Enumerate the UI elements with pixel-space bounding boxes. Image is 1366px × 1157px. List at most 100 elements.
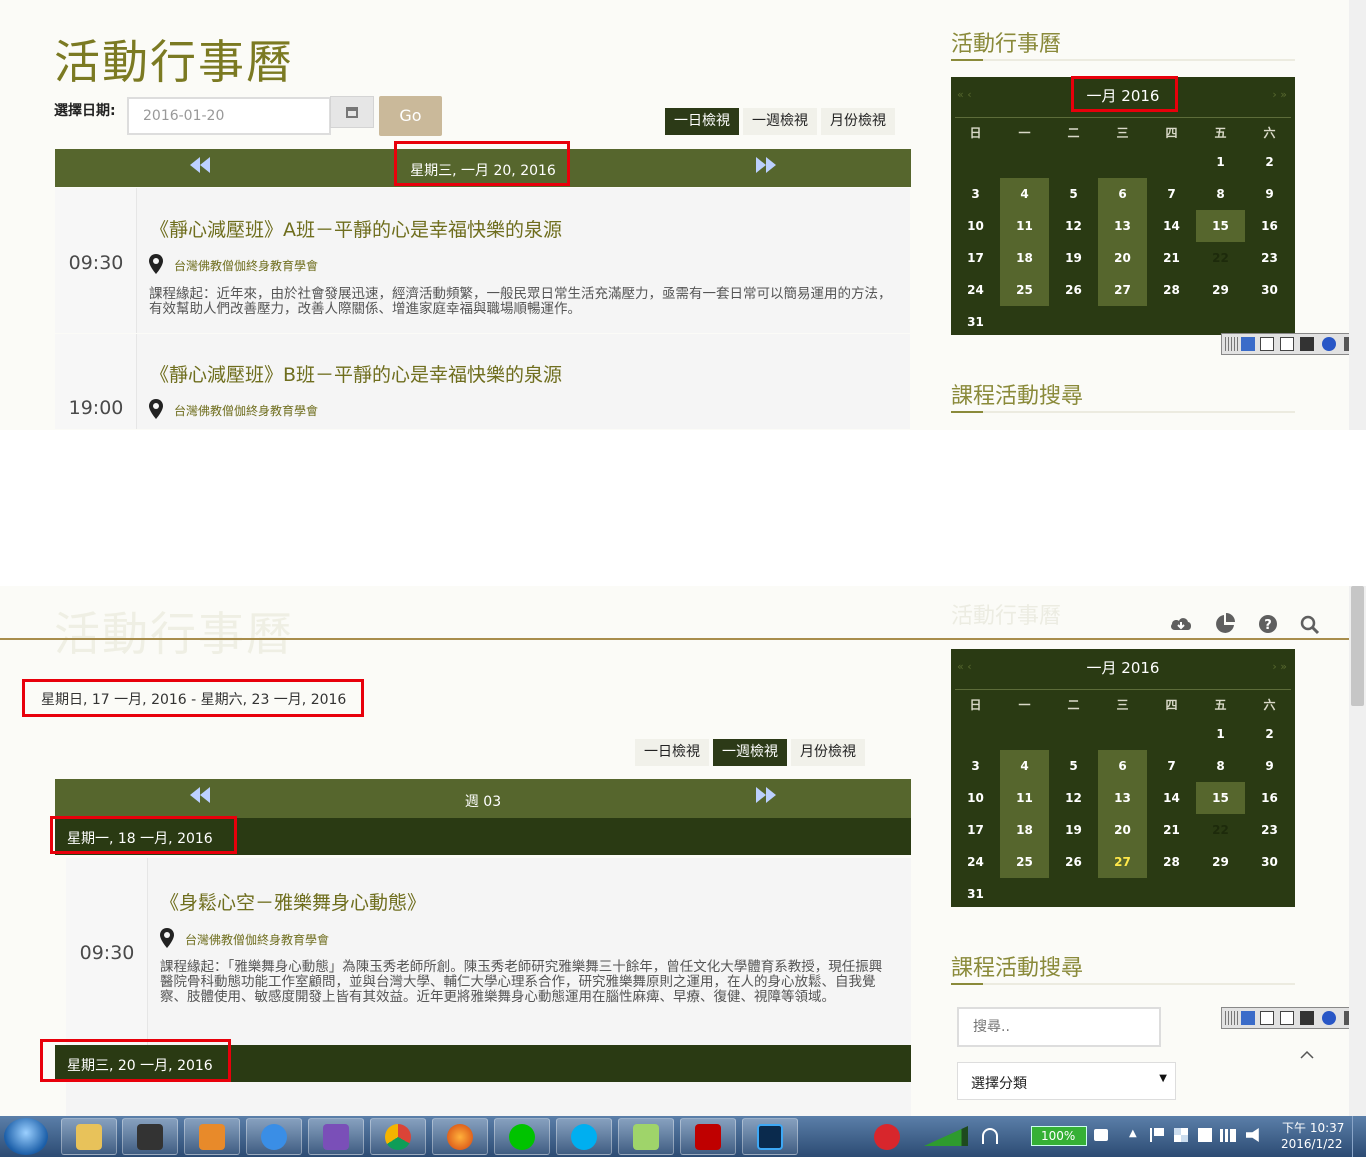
scrollbar-thumb[interactable] — [1351, 586, 1364, 706]
calendar-day-event[interactable]: 20 — [1098, 242, 1147, 274]
calendar-day[interactable]: 17 — [951, 814, 1000, 846]
calendar-day[interactable]: 30 — [1245, 846, 1294, 878]
calendar-day[interactable]: 21 — [1147, 242, 1196, 274]
week-view-button[interactable]: 一週檢視 — [743, 108, 817, 135]
calendar-day[interactable]: 5 — [1049, 178, 1098, 210]
clock-time[interactable]: 下午 10:37 — [1282, 1119, 1344, 1136]
calendar-day[interactable]: 29 — [1196, 846, 1245, 878]
ime-icon[interactable] — [1241, 337, 1255, 351]
category-select[interactable]: 選擇分類 ▼ — [957, 1062, 1176, 1100]
calendar-day[interactable]: 7 — [1147, 178, 1196, 210]
calendar-next[interactable]: › » — [1272, 660, 1287, 673]
event-item[interactable]: 09:30 《靜心減壓班》A班－平靜的心是幸福快樂的泉源 台灣佛教僧伽終身教育學… — [55, 188, 910, 333]
calendar-day[interactable]: 23 — [1245, 814, 1294, 846]
calendar-day-event[interactable]: 13 — [1098, 210, 1147, 242]
ime-toolbar[interactable] — [1221, 1007, 1360, 1029]
next-week-icon[interactable] — [754, 785, 778, 805]
calendar-day-event[interactable]: 15 — [1196, 782, 1245, 814]
windows-icon[interactable] — [1174, 1128, 1188, 1142]
calendar-day[interactable]: 9 — [1245, 178, 1294, 210]
calendar-day-event[interactable]: 4 — [1000, 750, 1049, 782]
calendar-day-event[interactable]: 20 — [1098, 814, 1147, 846]
calendar-day[interactable]: 1 — [1196, 718, 1245, 750]
help-icon[interactable] — [1322, 337, 1336, 351]
calendar-day[interactable]: 28 — [1147, 274, 1196, 306]
calendar-day-event[interactable]: 15 — [1196, 210, 1245, 242]
event-item[interactable]: 19:00 《靜心減壓班》B班－平靜的心是幸福快樂的泉源 台灣佛教僧伽終身教育學… — [55, 334, 910, 429]
calendar-day-event[interactable]: 4 — [1000, 178, 1049, 210]
bars-icon[interactable] — [1220, 1129, 1236, 1142]
pie-chart-icon[interactable] — [1214, 613, 1236, 635]
calendar-day-today[interactable]: 22 — [1196, 814, 1245, 846]
calendar-day[interactable]: 2 — [1245, 146, 1294, 178]
calendar-day[interactable]: 19 — [1049, 242, 1098, 274]
month-view-button[interactable]: 月份檢視 — [821, 108, 895, 135]
calendar-next[interactable]: › » — [1272, 88, 1287, 101]
event-title[interactable]: 《靜心減壓班》A班－平靜的心是幸福快樂的泉源 — [150, 215, 562, 242]
calendar-day[interactable]: 2 — [1245, 718, 1294, 750]
taskbar-filezilla[interactable] — [680, 1118, 736, 1155]
go-button[interactable]: Go — [379, 96, 442, 136]
calendar-day-event[interactable]: 18 — [1000, 814, 1049, 846]
taskbar-line[interactable] — [494, 1118, 550, 1155]
day-view-button[interactable]: 一日檢視 — [635, 739, 709, 766]
font-icon[interactable] — [1260, 337, 1274, 351]
calendar-day-event[interactable]: 11 — [1000, 782, 1049, 814]
ime-toolbar[interactable] — [1221, 333, 1360, 355]
calendar-day[interactable]: 1 — [1196, 146, 1245, 178]
calendar-day-event[interactable]: 11 — [1000, 210, 1049, 242]
taskbar-explorer[interactable] — [61, 1118, 117, 1155]
calendar-day-today[interactable]: 22 — [1196, 242, 1245, 274]
date-input[interactable] — [127, 97, 331, 135]
flag-icon[interactable] — [1150, 1128, 1164, 1142]
event-item[interactable]: 09:30 《身鬆心空－雅樂舞身心動態》 台灣佛教僧伽終身教育學會 課程緣起：「… — [66, 858, 911, 1045]
page-icon[interactable] — [1280, 1011, 1294, 1025]
taskbar-media-player[interactable] — [184, 1118, 240, 1155]
calendar-day[interactable]: 12 — [1049, 782, 1098, 814]
keyboard-icon[interactable] — [1300, 337, 1314, 351]
tray-expand-icon[interactable]: ▲ — [1129, 1128, 1137, 1139]
taskbar-skype[interactable] — [556, 1118, 612, 1155]
calendar-day[interactable]: 24 — [951, 846, 1000, 878]
calendar-day[interactable]: 23 — [1245, 242, 1294, 274]
calendar-day-event[interactable]: 13 — [1098, 782, 1147, 814]
calendar-day[interactable]: 29 — [1196, 274, 1245, 306]
taskbar-notepadpp[interactable] — [618, 1118, 674, 1155]
taskbar-chrome[interactable] — [370, 1118, 426, 1155]
calendar-day[interactable]: 8 — [1196, 178, 1245, 210]
show-desktop-button[interactable] — [1352, 1116, 1366, 1157]
next-day-icon[interactable] — [754, 155, 778, 175]
event-title[interactable]: 《身鬆心空－雅樂舞身心動態》 — [160, 888, 426, 915]
calendar-day[interactable]: 16 — [1245, 782, 1294, 814]
calendar-day[interactable]: 16 — [1245, 210, 1294, 242]
month-view-button[interactable]: 月份檢視 — [791, 739, 865, 766]
week-view-button[interactable]: 一週檢視 — [713, 739, 787, 766]
calendar-day[interactable]: 26 — [1049, 274, 1098, 306]
calendar-day[interactable]: 8 — [1196, 750, 1245, 782]
calendar-day[interactable]: 31 — [951, 878, 1000, 910]
scroll-to-top-icon[interactable] — [1299, 1044, 1315, 1059]
battery-indicator[interactable]: 100% — [1031, 1126, 1087, 1146]
calendar-day-hovered[interactable]: 27 — [1098, 846, 1147, 878]
clock-date[interactable]: 2016/1/22 — [1281, 1137, 1343, 1151]
calendar-day[interactable]: 31 — [951, 306, 1000, 338]
calendar-day[interactable]: 24 — [951, 274, 1000, 306]
taskbar-app-2[interactable] — [122, 1118, 178, 1155]
calendar-day[interactable]: 14 — [1147, 782, 1196, 814]
calendar-day-event[interactable]: 6 — [1098, 178, 1147, 210]
calendar-day-event[interactable]: 18 — [1000, 242, 1049, 274]
calendar-day[interactable]: 14 — [1147, 210, 1196, 242]
power-icon[interactable] — [1094, 1129, 1108, 1141]
calendar-day[interactable]: 7 — [1147, 750, 1196, 782]
scrollbar[interactable] — [1349, 0, 1366, 430]
day-view-button[interactable]: 一日檢視 — [665, 108, 739, 135]
calendar-day[interactable]: 3 — [951, 750, 1000, 782]
calendar-day[interactable]: 30 — [1245, 274, 1294, 306]
network-icon[interactable] — [1198, 1128, 1212, 1142]
taskbar-visual-studio[interactable] — [308, 1118, 364, 1155]
event-title[interactable]: 《靜心減壓班》B班－平靜的心是幸福快樂的泉源 — [150, 360, 562, 387]
calendar-day[interactable]: 17 — [951, 242, 1000, 274]
calendar-day[interactable]: 9 — [1245, 750, 1294, 782]
ime-icon[interactable] — [1241, 1011, 1255, 1025]
help-icon[interactable] — [1322, 1011, 1336, 1025]
